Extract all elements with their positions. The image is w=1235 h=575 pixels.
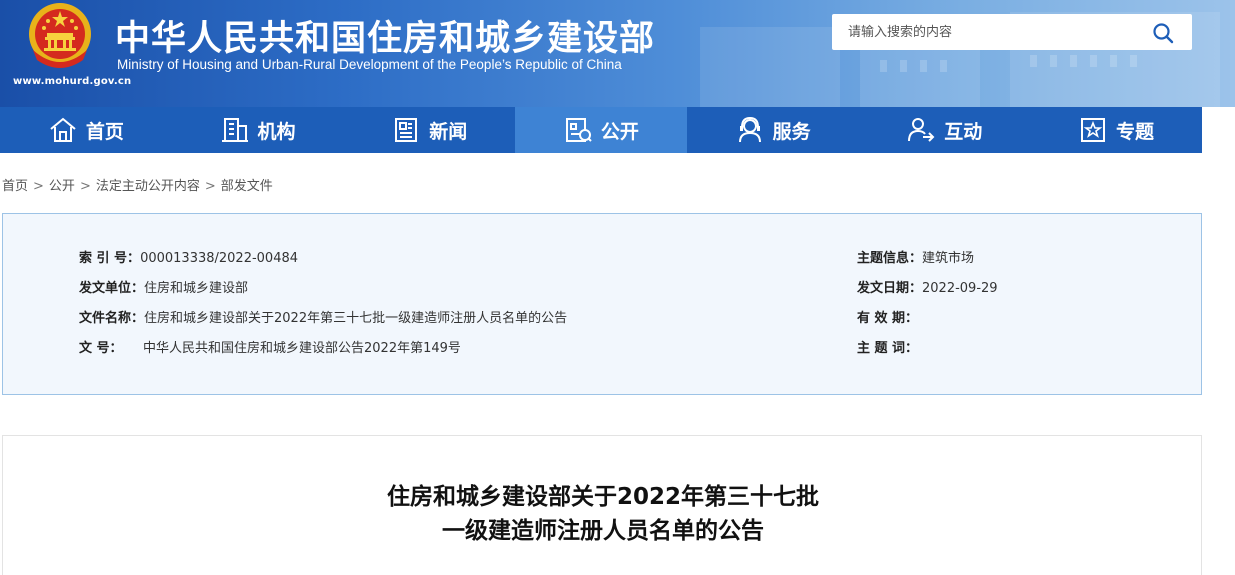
background-window [1130, 55, 1137, 67]
info-issuer-value: 住房和城乡建设部 [144, 281, 249, 296]
document-title: 住房和城乡建设部关于2022年第三十七批 一级建造师注册人员名单的公告 [3, 480, 1203, 548]
breadcrumb-link-legal-disclosure[interactable]: 法定主动公开内容 [96, 179, 200, 194]
info-date-value: 2022-09-29 [922, 281, 998, 296]
search-icon[interactable] [1152, 22, 1174, 44]
nav-item-news[interactable]: 新闻 [343, 107, 515, 153]
info-index-row: 索 引 号：000013338/2022-00484 [79, 247, 298, 266]
info-issuer-row: 发文单位：住房和城乡建设部 [79, 277, 248, 296]
background-building [700, 27, 840, 107]
newspaper-icon [395, 118, 418, 142]
nav-item-special-topic[interactable]: 专题 [1030, 107, 1202, 153]
main-nav: 首页 机构 新闻 公开 服务 互动 专题 [0, 107, 1235, 153]
nav-item-label: 服务 [772, 120, 811, 143]
breadcrumb-separator: > [204, 179, 216, 194]
background-window [940, 60, 947, 72]
nav-item-label: 首页 [85, 120, 124, 143]
search-box [832, 14, 1192, 50]
breadcrumb-separator: > [33, 179, 44, 194]
nav-bar: 首页 机构 新闻 公开 服务 互动 专题 [0, 107, 1202, 153]
nav-item-organization[interactable]: 机构 [172, 107, 344, 153]
info-date-row: 发文日期：2022-09-29 [857, 277, 998, 296]
info-date-label: 发文日期： [857, 281, 923, 296]
header-banner: www.mohurd.gov.cn 中华人民共和国住房和城乡建设部 Minist… [0, 0, 1235, 107]
info-filename-label: 文件名称： [79, 311, 145, 326]
interaction-icon [908, 118, 935, 142]
document-content: 住房和城乡建设部关于2022年第三十七批 一级建造师注册人员名单的公告 [2, 435, 1202, 575]
breadcrumb-link-open[interactable]: 公开 [49, 179, 75, 194]
nav-item-label: 机构 [257, 120, 296, 143]
info-topic-value: 建筑市场 [922, 251, 975, 266]
national-emblem-icon [29, 3, 91, 68]
nav-item-interaction[interactable]: 互动 [858, 107, 1030, 153]
building-icon [221, 118, 248, 142]
nav-item-label: 公开 [600, 120, 639, 143]
info-docno-value: 中华人民共和国住房和城乡建设部公告2022年第149号 [143, 341, 461, 356]
info-docno-label: 文 号： [79, 341, 123, 356]
info-index-value: 000013338/2022-00484 [140, 251, 299, 266]
nav-item-home[interactable]: 首页 [0, 107, 172, 153]
info-topic-label: 主题信息： [857, 251, 923, 266]
background-window [1030, 55, 1037, 67]
home-icon [50, 117, 76, 142]
info-filename-row: 文件名称：住房和城乡建设部关于2022年第三十七批一级建造师注册人员名单的公告 [79, 307, 567, 326]
breadcrumb-link-home[interactable]: 首页 [2, 179, 28, 194]
nav-item-label: 新闻 [429, 120, 468, 143]
breadcrumb: 首页 > 公开 > 法定主动公开内容 > 部发文件 [2, 175, 273, 194]
search-input[interactable] [832, 14, 1142, 50]
nav-item-label: 互动 [944, 120, 983, 143]
info-keywords-label: 主 题 词： [857, 341, 919, 356]
open-info-icon [565, 118, 592, 142]
info-validity-row: 有 效 期： [857, 307, 918, 326]
breadcrumb-link-ministry-documents[interactable]: 部发文件 [221, 179, 273, 194]
info-topic-row: 主题信息：建筑市场 [857, 247, 974, 266]
background-window [880, 60, 887, 72]
nav-item-label: 专题 [1115, 120, 1154, 143]
info-validity-label: 有 效 期： [857, 311, 919, 326]
document-title-line2: 一级建造师注册人员名单的公告 [442, 518, 764, 544]
info-docno-row: 文 号： 中华人民共和国住房和城乡建设部公告2022年第149号 [79, 337, 461, 356]
nav-item-service[interactable]: 服务 [687, 107, 859, 153]
background-window [1050, 55, 1057, 67]
background-window [900, 60, 907, 72]
document-title-line1: 住房和城乡建设部关于2022年第三十七批 [386, 484, 819, 510]
breadcrumb-separator: > [79, 179, 91, 194]
info-index-label: 索 引 号： [79, 251, 141, 266]
background-window [1090, 55, 1097, 67]
document-info-box: 索 引 号：000013338/2022-00484 主题信息：建筑市场 发文单… [2, 213, 1202, 395]
site-title: 中华人民共和国住房和城乡建设部 [115, 19, 656, 59]
nav-item-open-info[interactable]: 公开 [515, 107, 687, 153]
background-building [860, 42, 980, 107]
background-window [920, 60, 927, 72]
info-keywords-row: 主 题 词： [857, 337, 918, 356]
info-filename-value: 住房和城乡建设部关于2022年第三十七批一级建造师注册人员名单的公告 [144, 311, 568, 326]
background-window [1070, 55, 1077, 67]
site-subtitle: Ministry of Housing and Urban-Rural Deve… [117, 57, 622, 72]
special-topic-icon [1080, 118, 1105, 142]
info-issuer-label: 发文单位： [79, 281, 145, 296]
background-window [1110, 55, 1117, 67]
site-url[interactable]: www.mohurd.gov.cn [13, 76, 131, 87]
service-icon [738, 116, 761, 143]
